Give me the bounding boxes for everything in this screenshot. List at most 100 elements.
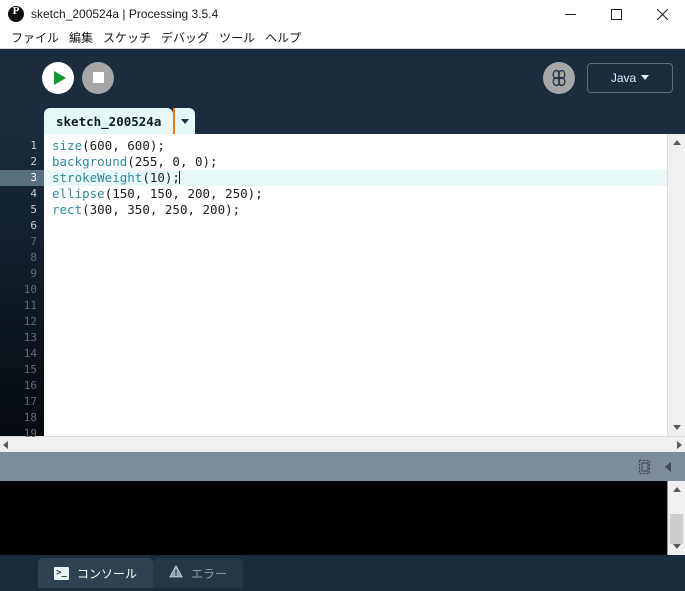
code-line[interactable] [44,410,667,426]
tab-console[interactable]: >_ コンソール [38,558,154,588]
line-number: 4 [30,187,37,200]
line-number: 8 [30,251,37,264]
code-line[interactable]: ellipse(150, 150, 200, 250); [44,186,667,202]
status-bar [0,452,685,481]
code-line[interactable] [44,378,667,394]
toolbar: Java [0,49,685,106]
run-button[interactable] [42,61,74,94]
window-title: sketch_200524a | Processing 3.5.4 [31,7,219,21]
line-number: 10 [23,283,37,296]
sketch-tab-label: sketch_200524a [56,113,162,129]
code-line[interactable] [44,266,667,282]
code-line[interactable] [44,394,667,410]
mode-label: Java [610,70,637,85]
editor-horizontal-scrollbar[interactable] [0,436,685,452]
code-function-token: ellipse [52,186,105,201]
stop-icon [92,72,104,83]
scroll-up-button[interactable] [668,134,685,151]
copy-to-clipboard-icon [638,459,651,474]
code-line[interactable] [44,330,667,346]
bottom-tab-bar: >_ コンソール エラー [0,555,685,591]
processing-logo-icon [8,5,24,22]
chevron-down-icon [641,75,650,80]
line-number: 7 [30,235,37,248]
line-number: 5 [30,203,37,216]
line-number: 9 [30,267,37,280]
code-plain-token: (255, 0, 0); [127,154,218,169]
code-function-token: background [52,154,128,169]
chevron-right-icon[interactable] [677,440,682,449]
code-editor: 1 2 3 4 5 6 7 8 9 10 11 12 13 14 15 16 17 18 19 size(600, … [0,134,685,440]
window-controls [547,0,685,28]
line-number: 6 [30,219,37,232]
menu-bar: ファイル 編集 スケッチ デバッグ ツール ヘルプ [0,28,685,49]
code-plain-token: (600, 600); [82,138,165,153]
console-output[interactable] [0,481,667,555]
code-line[interactable] [44,362,667,378]
terminal-icon: >_ [54,566,69,580]
chevron-down-icon [672,544,681,549]
processing-ide-window: sketch_200524a | Processing 3.5.4 ファイル 編… [0,0,685,591]
menu-file[interactable]: ファイル [6,29,64,47]
code-line[interactable]: strokeWeight(10); [44,170,667,186]
code-line[interactable] [44,346,667,362]
minimize-button[interactable] [547,0,593,28]
copy-to-clipboard-button[interactable] [637,458,655,476]
line-number: 2 [30,155,37,168]
code-line[interactable]: size(600, 600); [44,138,667,154]
menu-tools[interactable]: ツール [214,29,260,47]
maximize-button[interactable] [593,0,639,28]
console-scroll-down-button[interactable] [668,538,685,555]
line-number: 15 [23,363,37,376]
code-line[interactable] [44,426,667,436]
sketch-tab-strip: sketch_200524a [0,106,685,134]
line-number: 17 [23,395,37,408]
code-line[interactable] [44,218,667,234]
code-plain-token: (300, 350, 250, 200); [82,202,241,217]
console-vertical-scrollbar[interactable] [667,481,685,555]
code-function-token: strokeWeight [52,170,143,185]
console-scroll-up-button[interactable] [668,481,685,498]
code-plain-token: (10); [142,170,180,185]
mode-selector[interactable]: Java [587,62,673,93]
menu-sketch[interactable]: スケッチ [98,29,156,47]
collapse-left-icon[interactable] [665,461,671,472]
console-panel [0,481,685,555]
warning-triangle-icon [169,565,183,578]
text-cursor [178,171,180,184]
chevron-up-icon [672,140,681,145]
toolbar-right-group: Java [543,61,685,94]
menu-edit[interactable]: 編集 [64,29,98,47]
sketch-tab[interactable]: sketch_200524a [44,108,174,134]
code-line[interactable] [44,314,667,330]
debug-button[interactable] [543,61,575,94]
chevron-down-icon [181,118,190,124]
play-icon [54,70,66,85]
code-line[interactable] [44,234,667,250]
tab-errors[interactable]: エラー [153,558,244,588]
code-line[interactable] [44,282,667,298]
scroll-down-button[interactable] [668,419,685,436]
line-number-gutter: 1 2 3 4 5 6 7 8 9 10 11 12 13 14 15 16 17 18 19 [0,134,44,440]
sketch-tab-menu-button[interactable] [173,108,196,134]
menu-help[interactable]: ヘルプ [260,29,306,47]
editor-vertical-scrollbar[interactable] [667,134,685,436]
code-text-area[interactable]: size(600, 600); background(255, 0, 0); str… [44,134,667,436]
code-function-token: rect [52,202,83,217]
code-line[interactable] [44,298,667,314]
chevron-down-icon [672,425,681,430]
line-number: 14 [23,347,37,360]
code-line[interactable]: rect(300, 350, 250, 200); [44,202,667,218]
code-line[interactable]: background(255, 0, 0); [44,154,667,170]
tab-errors-label: エラー [191,566,228,581]
title-bar: sketch_200524a | Processing 3.5.4 [0,0,685,28]
menu-debug[interactable]: デバッグ [156,29,214,47]
line-number: 3 [0,170,44,186]
line-number: 18 [23,411,37,424]
tab-console-label: コンソール [77,566,138,581]
stop-button[interactable] [82,61,114,94]
close-button[interactable] [639,0,685,28]
code-line[interactable] [44,250,667,266]
line-number: 11 [23,299,37,312]
chevron-up-icon [672,487,681,492]
